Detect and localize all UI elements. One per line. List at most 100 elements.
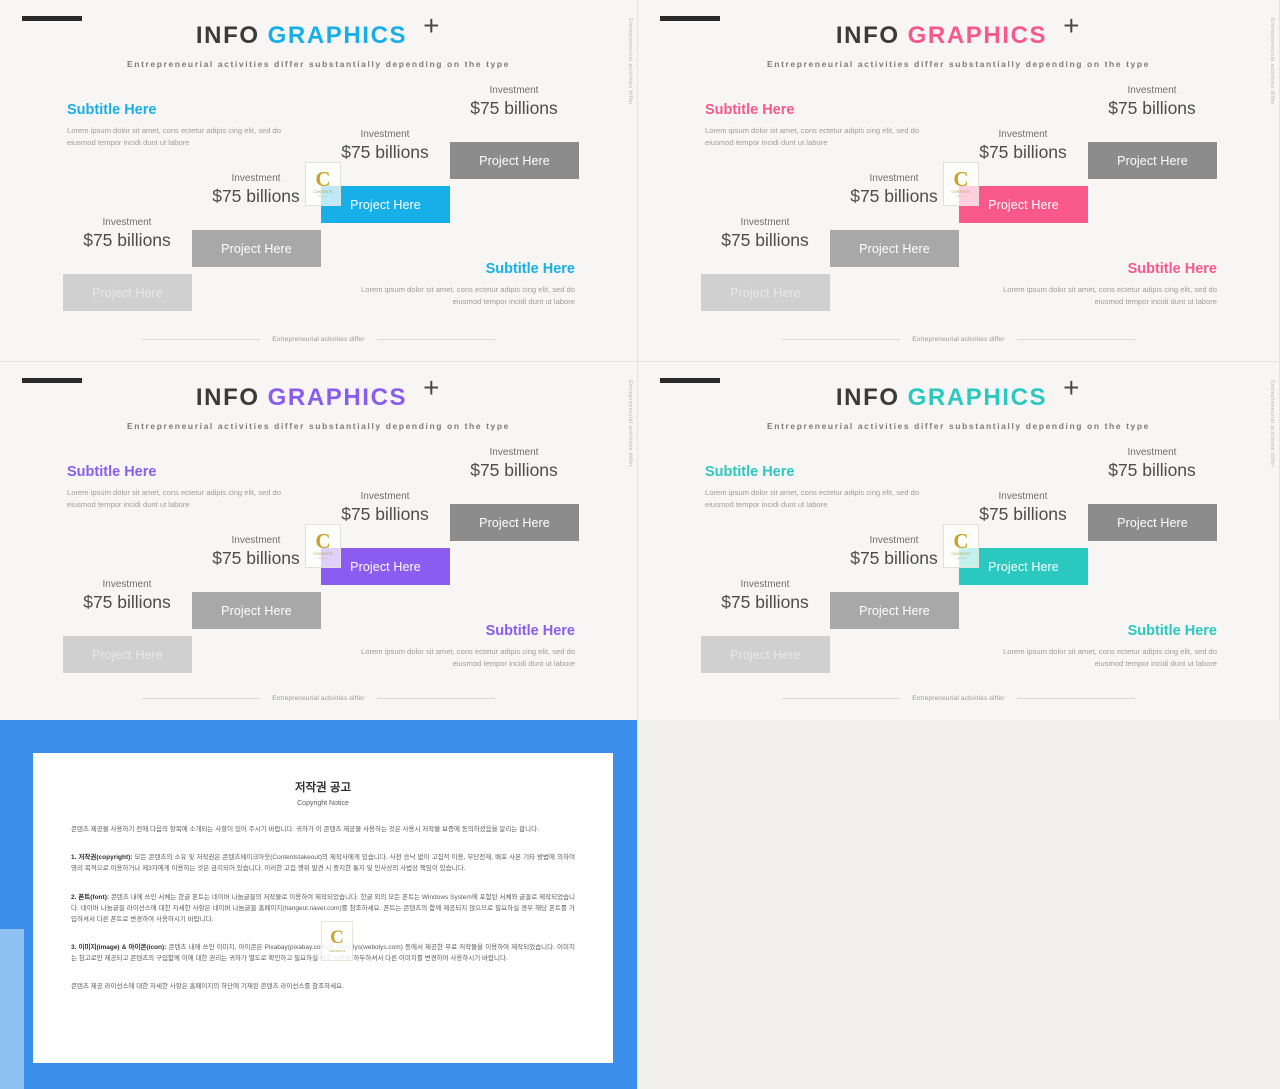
copyright-sheet: 저작권 공고 Copyright Notice 콘텐츠 제공물 사용하기 전에 … [33,753,613,1063]
section-1-heading: 1. 저작권(copyright): [71,854,133,862]
step-2-investment: Investment [869,535,919,546]
section-1-body: 모든 콘텐츠의 소유 및 저작권은 콘텐츠메이크아웃(Contentstakeo… [71,854,575,873]
step-label-3: Investment $75 billions [957,491,1089,524]
step-label-1: Investment $75 billions [61,217,193,250]
step-label-1: Investment $75 billions [699,217,831,250]
step-3-amount: $75 billions [979,503,1067,524]
step-label-4: Investment $75 billions [1086,85,1218,118]
step-label-2: Investment $75 billions [828,535,960,568]
section-2-heading: 2. 폰트(font): [71,893,110,901]
watermark-letter: C [315,166,331,191]
copyright-section-2: 2. 폰트(font): 콘텐츠 내에 쓰인 서체는 한글 폰트는 네이버 나눔… [71,892,575,926]
watermark-letter: C [315,528,331,553]
step-4-amount: $75 billions [470,459,558,480]
footer-text: Entrepreneurial activities differ [272,336,365,343]
slide-footer: Entrepreneurial activities differ [0,336,637,343]
slide-4[interactable]: Entrepreneurial activities differ INFO GR… [638,362,1280,720]
step-2-investment: Investment [231,173,281,184]
footer-rule-right [1016,698,1135,699]
step-1-amount: $75 billions [721,591,809,612]
step-bar-4[interactable]: Project Here [450,504,579,541]
footer-rule-right [376,339,495,340]
slide-footer: Entrepreneurial activities differ [638,336,1279,343]
staircase-chart: Investment $75 billions Investment $75 b… [0,0,637,361]
footer-text: Entrepreneurial activities differ [912,336,1005,343]
watermark-logo: C CONTENTS free ppt [305,162,341,206]
step-1-amount: $75 billions [83,591,171,612]
watermark-logo: C CONTENTS free ppt [943,162,979,206]
step-1-investment: Investment [102,217,152,228]
step-label-2: Investment $75 billions [190,535,322,568]
step-2-amount: $75 billions [850,185,938,206]
step-bar-1[interactable]: Project Here [63,636,192,673]
watermark-logo: C CONTENTS free ppt [943,524,979,568]
watermark-line1: CONTENTS [313,190,333,195]
step-bar-2[interactable]: Project Here [192,592,321,629]
watermark-letter: C [953,528,969,553]
copyright-title: 저작권 공고 [294,782,352,794]
step-bar-4[interactable]: Project Here [1088,504,1217,541]
step-4-investment: Investment [1127,85,1177,96]
slide-2[interactable]: Entrepreneurial activities differ INFO GR… [638,0,1280,362]
step-4-amount: $75 billions [470,97,558,118]
step-bar-2[interactable]: Project Here [830,230,959,267]
watermark-line1: CONTENTS [951,552,971,557]
document-watermark-letter: C [330,927,344,949]
step-1-amount: $75 billions [83,229,171,250]
watermark-line2: free ppt [956,557,966,561]
footer-text: Entrepreneurial activities differ [912,695,1005,702]
watermark-letter: C [953,166,969,191]
step-bar-4[interactable]: Project Here [450,142,579,179]
slide-grid: Entrepreneurial activities differ INFO GR… [0,0,1280,1089]
empty-cell [638,720,1280,1089]
watermark-line2: free ppt [318,557,328,561]
step-bar-1[interactable]: Project Here [63,274,192,311]
copyright-subtitle: Copyright Notice [297,800,349,807]
slide-3[interactable]: Entrepreneurial activities differ INFO GR… [0,362,638,720]
step-2-amount: $75 billions [850,547,938,568]
step-3-amount: $75 billions [979,141,1067,162]
step-2-investment: Investment [869,173,919,184]
footer-rule-left [142,698,261,699]
watermark-line2: free ppt [956,195,966,199]
step-bar-1[interactable]: Project Here [701,274,830,311]
step-2-amount: $75 billions [212,185,300,206]
step-label-3: Investment $75 billions [319,129,451,162]
step-label-4: Investment $75 billions [448,85,580,118]
step-bar-1[interactable]: Project Here [701,636,830,673]
copyright-outro: 콘텐츠 제공 라이선스에 대한 자세한 사항은 홈페이지의 하단에 기재된 콘텐… [71,983,344,991]
frame-lower-fill [0,929,24,1089]
watermark-line1: CONTENTS [313,552,333,557]
watermark-line1: CONTENTS [951,190,971,195]
slide-1[interactable]: Entrepreneurial activities differ INFO GR… [0,0,638,362]
step-3-amount: $75 billions [341,141,429,162]
step-label-1: Investment $75 billions [699,579,831,612]
footer-rule-right [1016,339,1135,340]
step-label-2: Investment $75 billions [828,173,960,206]
step-3-investment: Investment [998,129,1048,140]
copyright-notice-panel[interactable]: 저작권 공고 Copyright Notice 콘텐츠 제공물 사용하기 전에 … [0,720,638,1089]
step-2-investment: Investment [231,535,281,546]
slide-footer: Entrepreneurial activities differ [638,695,1279,702]
step-bar-2[interactable]: Project Here [192,230,321,267]
step-label-1: Investment $75 billions [61,579,193,612]
step-4-amount: $75 billions [1108,97,1196,118]
step-4-investment: Investment [1127,447,1177,458]
step-3-amount: $75 billions [341,503,429,524]
step-4-investment: Investment [489,85,539,96]
step-bar-4[interactable]: Project Here [1088,142,1217,179]
step-label-4: Investment $75 billions [1086,447,1218,480]
footer-rule-right [376,698,495,699]
step-label-2: Investment $75 billions [190,173,322,206]
section-3-heading: 3. 이미지(image) & 아이콘(icon): [71,944,167,952]
step-bar-2[interactable]: Project Here [830,592,959,629]
step-1-amount: $75 billions [721,229,809,250]
step-label-3: Investment $75 billions [319,491,451,524]
step-label-4: Investment $75 billions [448,447,580,480]
step-4-amount: $75 billions [1108,459,1196,480]
footer-rule-left [782,698,901,699]
footer-rule-left [782,339,901,340]
copyright-intro: 콘텐츠 제공물 사용하기 전에 다음의 항목에 소개되는 사항이 있어 주시기 … [71,826,539,833]
watermark-line2: free ppt [318,195,328,199]
staircase-chart: Investment $75 billions Investment $75 b… [638,362,1279,720]
